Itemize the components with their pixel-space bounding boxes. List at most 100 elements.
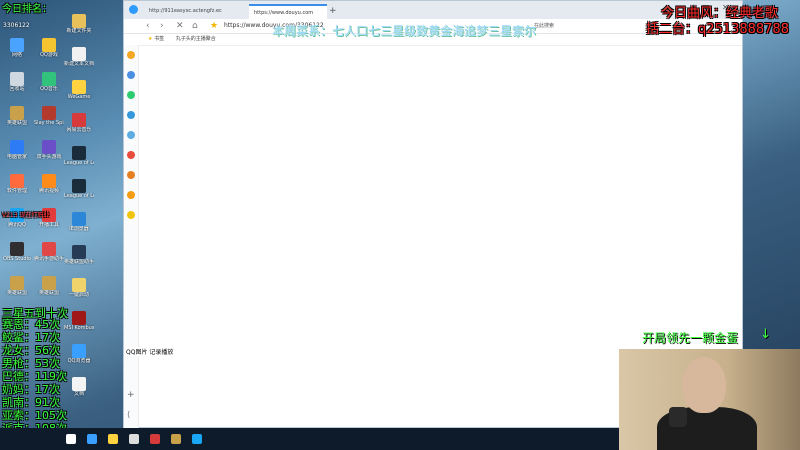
desktop-icon[interactable]: 英雄联盟 xyxy=(2,106,32,126)
lol-taskbar-icon[interactable] xyxy=(171,434,181,444)
desktop-icon[interactable]: QQ音乐 xyxy=(34,72,64,92)
bookmark-item-2[interactable]: 丸子头的主播聚合 xyxy=(176,36,216,42)
browser-logo-icon xyxy=(129,5,138,14)
desktop-icon[interactable]: IE浏览器 xyxy=(64,212,94,232)
sidebar-icon-1[interactable] xyxy=(127,51,135,59)
lol-helper-icon xyxy=(72,245,86,259)
taskbar xyxy=(0,428,620,450)
desktop-icon[interactable]: 英雄联盟 xyxy=(34,276,64,296)
add-icon[interactable]: + xyxy=(127,390,135,400)
bookmark-item[interactable]: 书签 xyxy=(154,36,164,42)
desktop-icon[interactable]: Slay the Spire xyxy=(34,106,64,126)
desktop-icon[interactable]: 回收站 xyxy=(2,72,32,92)
sidebar-icon-3[interactable] xyxy=(127,91,135,99)
hero-name: 男枪： xyxy=(2,357,35,370)
browser-sidebar: + ⟨ xyxy=(124,45,139,428)
desktop-icon[interactable]: 双手头游戏 xyxy=(34,140,64,160)
desktop-icon-label: 腾讯QQ xyxy=(8,222,26,228)
desktop-icon[interactable]: 一键启动 xyxy=(64,278,94,298)
folder-icon xyxy=(72,14,86,28)
hero-name: 亚索： xyxy=(2,409,35,422)
desktop-icon[interactable]: 新建文本文档 xyxy=(64,47,94,67)
netease-taskbar-icon[interactable] xyxy=(150,434,160,444)
desktop-icon-label: 腾讯手游助手 xyxy=(34,256,64,262)
desktop-icon-label: League of Legends xyxy=(64,193,94,199)
room-id: 3306122 xyxy=(3,22,30,29)
vlc-overlay-text: QQ图片 记录播放 xyxy=(126,347,174,356)
lol-client-icon xyxy=(72,146,86,160)
desktop-icon[interactable]: League of Legends xyxy=(64,146,94,166)
desktop-icon[interactable]: 英雄联盟助手 xyxy=(64,245,94,265)
browser-icon[interactable] xyxy=(87,434,97,444)
desktop-icon[interactable]: MSI Kombustor xyxy=(64,311,94,331)
hero-count: 17次 xyxy=(35,383,60,396)
desktop-icon-label: 网络 xyxy=(11,52,22,58)
qq-browser-taskbar-icon[interactable] xyxy=(192,434,202,444)
bottom-right-tip: 开局领先一颗金蛋 xyxy=(642,331,739,345)
desktop-icon[interactable]: 软件管理 xyxy=(2,174,32,194)
lol-client-icon-2 xyxy=(72,179,86,193)
desktop-icon-label: OBS Studio xyxy=(3,256,31,262)
desktop-icon-label: QQ游戏 xyxy=(40,52,58,58)
slay-spire-icon xyxy=(42,106,56,120)
sidebar-icon-6[interactable] xyxy=(127,151,135,159)
star-icon[interactable]: ★ xyxy=(210,20,218,32)
recycle-bin-icon xyxy=(10,72,24,86)
desktop-icon-label: 英雄联盟助手 xyxy=(64,259,94,265)
sidebar-icon-5[interactable] xyxy=(127,131,135,139)
hero-stat-row: 巴德：119次 xyxy=(2,370,67,383)
desktop-icon[interactable]: 腾讯手游助手 xyxy=(34,242,64,262)
sidebar-icon-9[interactable] xyxy=(127,211,135,219)
desktop-icon[interactable]: 电脑管家 xyxy=(2,140,32,160)
game-icon xyxy=(42,140,56,154)
tab-douyu[interactable]: https://www.douyu.com xyxy=(249,4,327,19)
desktop-icon[interactable]: 文档 xyxy=(64,377,94,397)
desktop-icon-label: 腾讯视频 xyxy=(38,188,59,194)
desktop-icon[interactable]: QQ浏览器 xyxy=(64,344,94,364)
desktop-icon[interactable]: League of Legends xyxy=(64,179,94,199)
hero-stat-row: 凯南：91次 xyxy=(2,396,67,409)
sidebar-icon-8[interactable] xyxy=(127,191,135,199)
hero-count: 45次 xyxy=(35,318,60,331)
desktop-icon[interactable]: 网络 xyxy=(2,38,32,58)
new-tab-button[interactable]: + xyxy=(329,4,341,19)
desktop-icon[interactable]: 英雄联盟 xyxy=(2,276,32,296)
desktop-icon-label: QQ音乐 xyxy=(40,86,58,92)
sidebar-icon-4[interactable] xyxy=(127,111,135,119)
desktop-icon[interactable]: WeGame xyxy=(64,80,94,100)
hero-count: 119次 xyxy=(35,370,67,383)
desktop-icon[interactable]: QQ游戏 xyxy=(34,38,64,58)
search-input[interactable]: 在此搜索 xyxy=(534,21,614,31)
hero-name: 凯南： xyxy=(2,396,35,409)
tab-1[interactable]: http://911easyxc.actengfz.ec xyxy=(144,4,248,19)
desktop-icon-label: QQ浏览器 xyxy=(67,358,91,364)
desktop-icon-label: WeGame xyxy=(67,94,91,100)
tencent-video-icon xyxy=(42,174,56,188)
desktop-icon[interactable]: 新建文件夹 xyxy=(64,14,94,34)
hero-name: 奶妈： xyxy=(2,383,35,396)
forward-icon[interactable]: › xyxy=(160,20,164,32)
qq-games-icon xyxy=(42,38,56,52)
collapse-icon[interactable]: ⟨ xyxy=(127,410,130,419)
desktop-icon[interactable]: 腾讯视频 xyxy=(34,174,64,194)
doc-icon-2 xyxy=(72,377,86,391)
down-arrow-icon: ↓ xyxy=(760,327,771,342)
top-left-label: 今日排名： xyxy=(2,4,52,15)
desktop-icon-label: 双手头游戏 xyxy=(36,154,62,160)
start-icon[interactable] xyxy=(66,434,76,444)
desktop-icon-label: 电脑管家 xyxy=(6,154,27,160)
hero-name: 龙女： xyxy=(2,344,35,357)
sidebar-icon-7[interactable] xyxy=(127,171,135,179)
stop-icon[interactable]: ✕ xyxy=(176,20,184,32)
desktop-icon-label: 一键启动 xyxy=(68,292,89,298)
back-icon[interactable]: ‹ xyxy=(146,20,150,32)
desktop-icon[interactable]: OBS Studio xyxy=(2,242,32,262)
desktop-icon-label: 回收站 xyxy=(9,86,25,92)
desktop-icon[interactable]: 网易云音乐 xyxy=(64,113,94,133)
wegame-icon xyxy=(72,80,86,94)
sidebar-icon-2[interactable] xyxy=(127,71,135,79)
desktop-icon-label: League of Legends xyxy=(64,160,94,166)
obs-taskbar-icon[interactable] xyxy=(129,434,139,444)
home-icon[interactable]: ⌂ xyxy=(192,20,198,32)
wegame-taskbar-icon[interactable] xyxy=(108,434,118,444)
